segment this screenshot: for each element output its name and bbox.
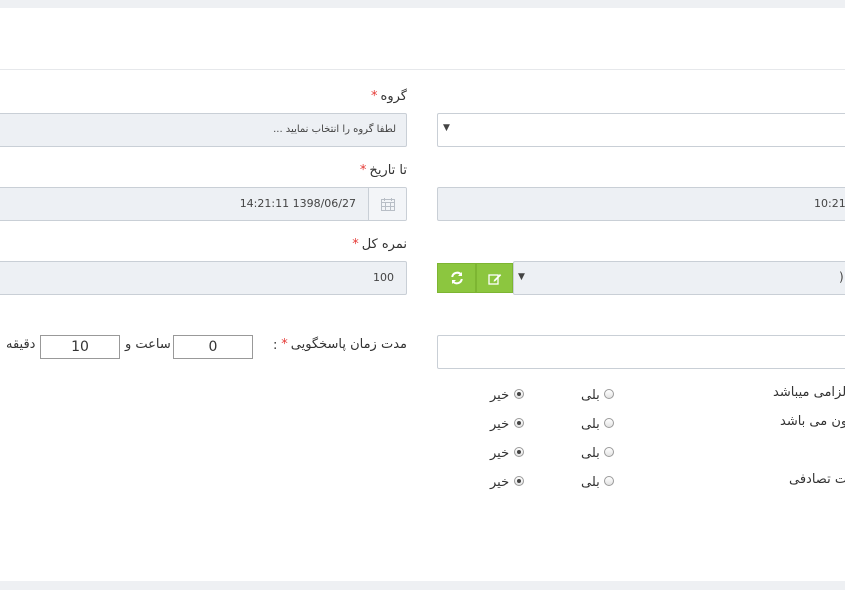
to-date-label-text: تا تاریخ (369, 163, 407, 178)
minutes-input[interactable]: 10 (40, 335, 120, 359)
yes-radio[interactable] (604, 476, 614, 486)
item-select-value: ) (839, 270, 844, 284)
group-label: گروه* (371, 89, 407, 104)
hours-suffix: ساعت و (125, 337, 171, 352)
right-column-input[interactable] (437, 335, 845, 369)
total-score-value: 100 (373, 271, 394, 284)
response-time-label: مدت زمان پاسخگویی* (281, 337, 407, 352)
response-time-label-text: مدت زمان پاسخگویی (290, 337, 407, 352)
yes-radio[interactable] (604, 389, 614, 399)
group-select[interactable]: لطفا گروه را انتخاب نمایید ... (0, 113, 407, 147)
yes-label: بلی (581, 417, 600, 432)
no-label: خیر (490, 446, 510, 461)
bottom-bar (0, 581, 845, 590)
calendar-icon (380, 197, 395, 211)
minutes-suffix: دقیقه (6, 337, 36, 352)
item-select[interactable]: ▼ ) (513, 261, 845, 295)
top-bar (0, 0, 845, 8)
no-label: خیر (490, 417, 510, 432)
header-divider (0, 69, 845, 70)
no-radio[interactable] (514, 476, 524, 486)
yes-label: بلی (581, 475, 600, 490)
to-date-label: تا تاریخ* (360, 163, 407, 178)
right-column-select[interactable]: ▼ (437, 113, 845, 147)
response-time-colon: : (273, 338, 278, 353)
edit-icon (487, 273, 501, 285)
total-score-label: نمره کل* (352, 237, 407, 252)
yes-radio[interactable] (604, 418, 614, 428)
group-select-value: لطفا گروه را انتخاب نمایید ... (273, 124, 396, 135)
yes-radio[interactable] (604, 447, 614, 457)
refresh-icon (450, 271, 463, 285)
from-date-field[interactable]: 10:21: (437, 187, 845, 221)
no-radio[interactable] (514, 389, 524, 399)
required-mark: * (371, 89, 378, 104)
yes-label: بلی (581, 446, 600, 461)
from-date-value: 10:21: (814, 197, 845, 210)
option-label: ون می باشد (780, 414, 845, 429)
yes-label: بلی (581, 388, 600, 403)
no-label: خیر (490, 388, 510, 403)
to-date-value: 14:21:11 1398/06/27 (239, 197, 356, 210)
required-mark: * (359, 163, 367, 178)
required-mark: * (352, 237, 359, 252)
total-score-field[interactable]: 100 (0, 261, 407, 295)
option-label: لزامی میباشد (773, 385, 845, 400)
required-mark: * (281, 337, 288, 352)
no-radio[interactable] (514, 418, 524, 428)
refresh-button[interactable] (437, 263, 476, 293)
hours-input[interactable]: 0 (173, 335, 253, 359)
no-label: خیر (490, 475, 510, 490)
option-label: ت تصادفی (789, 472, 845, 487)
calendar-button[interactable] (368, 188, 406, 220)
total-score-label-text: نمره کل (361, 237, 407, 252)
chevron-down-icon: ▼ (443, 123, 450, 133)
edit-button[interactable] (476, 263, 513, 293)
no-radio[interactable] (514, 447, 524, 457)
chevron-down-icon: ▼ (518, 272, 525, 282)
to-date-field[interactable]: 14:21:11 1398/06/27 (0, 187, 407, 221)
group-label-text: گروه (380, 89, 407, 104)
